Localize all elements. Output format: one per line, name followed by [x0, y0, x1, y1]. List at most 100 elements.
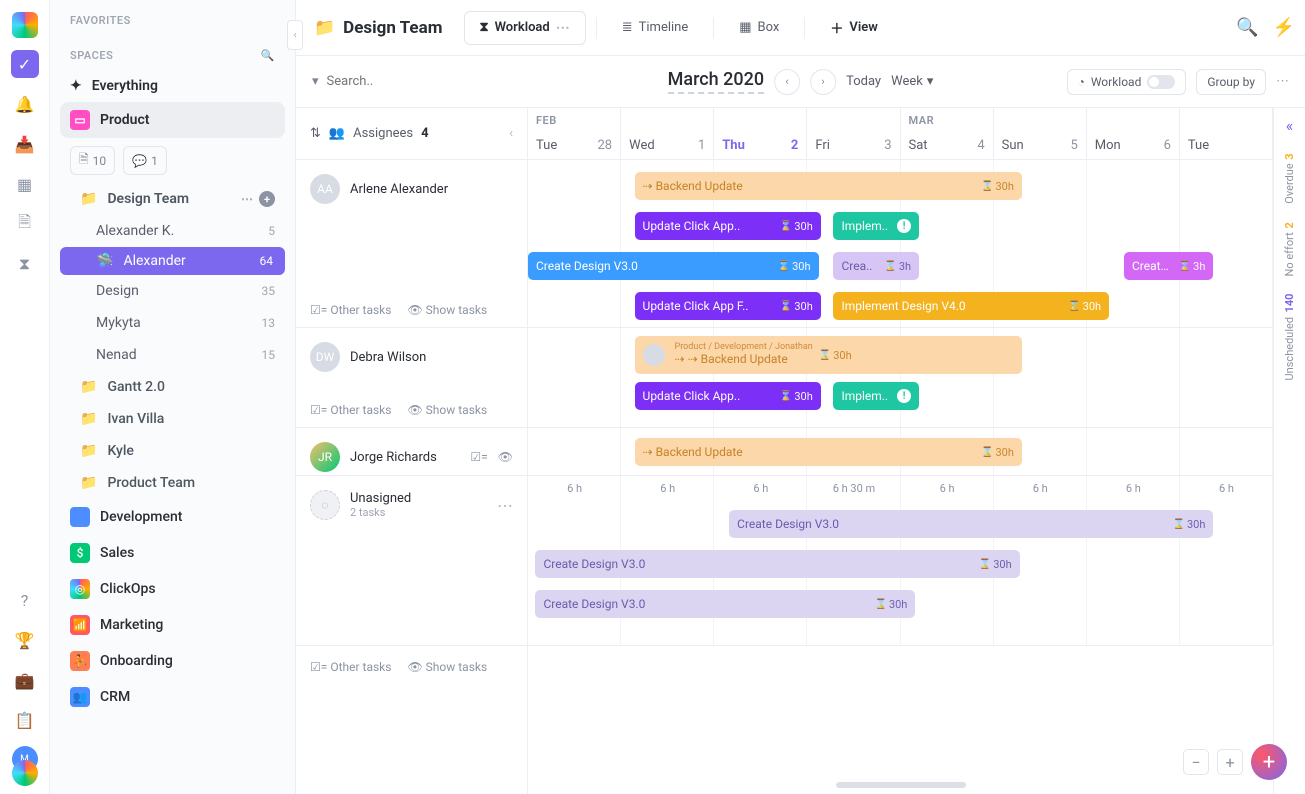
- favorites-heading: FAVORITES: [50, 0, 295, 35]
- toggle-switch[interactable]: [1147, 75, 1175, 89]
- task-bar[interactable]: Create Design V3.030h: [535, 550, 1019, 578]
- month-label[interactable]: March 2020: [668, 69, 764, 94]
- main-panel: 📁 Design Team ⧗ Workload ⋯ ≣ Timeline ▦ …: [296, 0, 1305, 794]
- fab-area: − + +: [1183, 744, 1287, 780]
- next-button[interactable]: ›: [810, 69, 836, 95]
- sidebar-space-item[interactable]: 📶Marketing: [50, 607, 295, 643]
- calendar-day-header: FEBTue28: [528, 108, 621, 159]
- zoom-out-button[interactable]: −: [1183, 749, 1209, 775]
- task-bar[interactable]: Backend Update30h: [635, 172, 1022, 200]
- unscheduled-tab[interactable]: Unscheduled140: [1283, 294, 1296, 380]
- add-view-button[interactable]: ＋ View: [815, 11, 892, 45]
- toolbar-search[interactable]: ▾: [312, 74, 493, 89]
- sidebar-space-item[interactable]: ⛹Onboarding: [50, 643, 295, 679]
- assignee-collapse-icon[interactable]: ‹: [509, 126, 513, 141]
- other-tasks-link[interactable]: ☑= Other tasks: [310, 303, 391, 317]
- prev-button[interactable]: ‹: [774, 69, 800, 95]
- sidebar-space-item[interactable]: $Sales: [50, 535, 295, 571]
- tab-workload[interactable]: ⧗ Workload ⋯: [464, 11, 585, 45]
- other-tasks-link[interactable]: ☑= Other tasks: [310, 660, 391, 674]
- inline-show-icon[interactable]: 👁: [498, 450, 513, 464]
- inline-other-icon[interactable]: ☑=: [470, 450, 487, 464]
- rail-home-icon[interactable]: ✓: [11, 50, 39, 78]
- rail-trophy-icon[interactable]: 🏆: [11, 626, 39, 654]
- search-input[interactable]: [327, 74, 493, 89]
- calendar-body: Backend Update30h Update Click App..30h Im…: [528, 160, 1273, 646]
- sidebar-folder-item[interactable]: 📁Product Team: [50, 467, 295, 499]
- tab-more-icon[interactable]: ⋯: [556, 20, 571, 36]
- sidebar-folder-item[interactable]: 📁Ivan Villa: [50, 403, 295, 435]
- assignee-name: Unasigned: [350, 491, 411, 506]
- task-bar[interactable]: Implem..!: [833, 382, 919, 410]
- sidebar-folder-design-team[interactable]: 📁 Design Team ⋯ +: [50, 183, 295, 215]
- overdue-tab[interactable]: Overdue3: [1283, 153, 1296, 204]
- task-bar[interactable]: Implement Design V4.030h: [833, 292, 1109, 320]
- other-tasks-link[interactable]: ☑= Other tasks: [310, 403, 391, 417]
- horizontal-scrollbar[interactable]: [836, 782, 966, 788]
- app-logo[interactable]: [12, 12, 38, 38]
- task-bar[interactable]: Update Click App..30h: [635, 212, 821, 240]
- task-bar[interactable]: Implem..!: [833, 212, 919, 240]
- sidebar-space-item[interactable]: 👥CRM: [50, 679, 295, 715]
- rail-bell-icon[interactable]: 🔔: [11, 90, 39, 118]
- task-bar[interactable]: Crea..3h: [833, 252, 919, 280]
- task-bar[interactable]: Update Click App F..30h: [635, 292, 821, 320]
- workload-toggle[interactable]: ◔ Workload: [1067, 69, 1187, 95]
- sidebar-list-item[interactable]: Mykyta13: [50, 307, 295, 339]
- rail-inbox-icon[interactable]: 📥: [11, 130, 39, 158]
- sidebar-space-product[interactable]: ▭ Product: [60, 102, 285, 138]
- task-bar[interactable]: Create Design V3.030h: [528, 252, 819, 280]
- capacity-label: 6 h: [1126, 482, 1141, 495]
- sidebar-space-item[interactable]: ◎ClickOps: [50, 571, 295, 607]
- rail-clipboard-icon[interactable]: 📋: [11, 706, 39, 734]
- rail-apps-icon[interactable]: ▦: [11, 170, 39, 198]
- sidebar-everything[interactable]: ✦ Everything: [50, 70, 295, 102]
- sidebar-list-item[interactable]: Design35: [50, 275, 295, 307]
- task-bar[interactable]: Create..3h: [1124, 252, 1213, 280]
- sidebar-collapse-handle[interactable]: ‹: [287, 20, 303, 50]
- toolbar-more-icon[interactable]: ⋯: [1276, 74, 1289, 89]
- group-by-button[interactable]: Group by: [1196, 69, 1266, 95]
- task-bar[interactable]: Product / Development / Jonathan⇢ Backen…: [635, 336, 1022, 374]
- assignee-header[interactable]: ⇅ 👥 Assignees 4 ‹: [296, 108, 527, 160]
- task-bar[interactable]: Backend Update30h: [635, 438, 1022, 466]
- tab-timeline[interactable]: ≣ Timeline: [607, 11, 704, 45]
- sidebar-space-item[interactable]: Development: [50, 499, 295, 535]
- task-bar[interactable]: Create Design V3.030h: [535, 590, 915, 618]
- spaces-search-icon[interactable]: 🔍: [261, 49, 275, 62]
- rail-work-icon[interactable]: 💼: [11, 666, 39, 694]
- zoom-in-button[interactable]: +: [1217, 749, 1243, 775]
- show-tasks-link[interactable]: 👁 Show tasks: [407, 303, 487, 317]
- sidebar-list-item[interactable]: 🛸 Alexander64: [60, 247, 285, 275]
- capacity-label: 6 h: [567, 482, 582, 495]
- no-effort-tab[interactable]: No effort2: [1283, 222, 1296, 277]
- folder-more-icon[interactable]: ⋯: [241, 192, 253, 206]
- rail-time-icon[interactable]: ⧗: [11, 250, 39, 278]
- show-tasks-link[interactable]: 👁 Show tasks: [407, 660, 487, 674]
- filter-icon[interactable]: ▾: [312, 74, 319, 89]
- sort-icon[interactable]: ⇅: [310, 126, 321, 141]
- row-more-icon[interactable]: ⋯: [497, 496, 513, 515]
- sidebar-list-item[interactable]: Nenad15: [50, 339, 295, 371]
- sidebar-list-item[interactable]: Alexander K.5: [50, 215, 295, 247]
- rail-docs-icon[interactable]: 🗎: [11, 210, 39, 238]
- today-button[interactable]: Today: [846, 74, 881, 89]
- right-rail-collapse-icon[interactable]: «: [1286, 116, 1294, 135]
- list-icon: 🛸: [96, 253, 113, 269]
- folder-add-icon[interactable]: +: [259, 191, 275, 207]
- sidebar-folder-item[interactable]: 📁Kyle: [50, 435, 295, 467]
- tab-box[interactable]: ▦ Box: [724, 11, 794, 45]
- range-selector[interactable]: Week ▾: [891, 74, 933, 89]
- docs-pill[interactable]: 🗎 10: [70, 146, 115, 175]
- task-bar[interactable]: Update Click App..30h: [635, 382, 821, 410]
- rail-avatar-stack[interactable]: M: [10, 746, 40, 786]
- bolt-icon[interactable]: ⚡: [1273, 17, 1295, 38]
- show-tasks-link[interactable]: 👁 Show tasks: [407, 403, 487, 417]
- create-fab[interactable]: +: [1251, 744, 1287, 780]
- search-icon[interactable]: 🔍: [1236, 17, 1258, 38]
- task-bar[interactable]: Create Design V3.030h: [729, 510, 1213, 538]
- sidebar-folder-item[interactable]: 📁Gantt 2.0: [50, 371, 295, 403]
- chat-pill[interactable]: 💬 1: [123, 146, 167, 175]
- rail-help-icon[interactable]: ?: [11, 586, 39, 614]
- breadcrumb[interactable]: 📁 Design Team: [314, 18, 442, 38]
